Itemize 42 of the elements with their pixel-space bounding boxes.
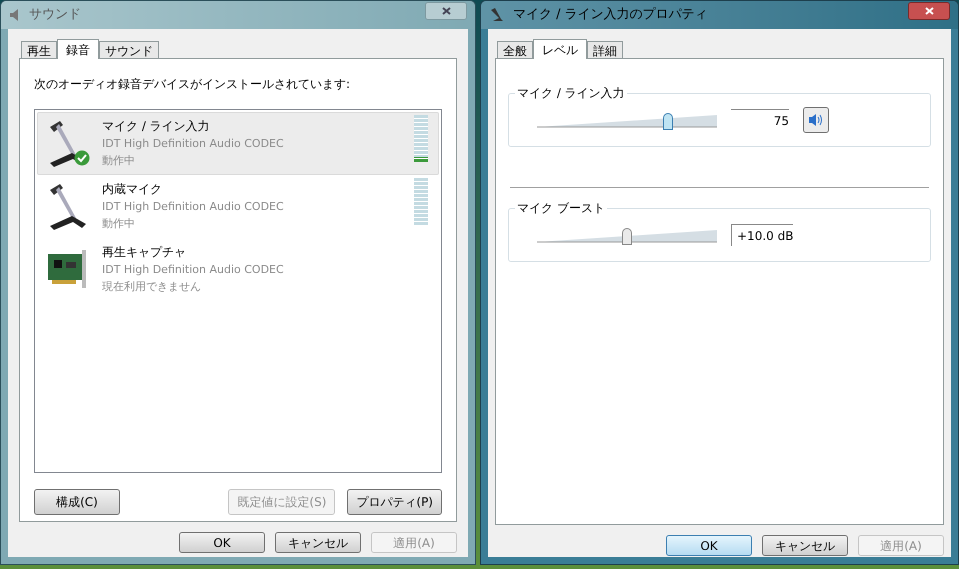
tab[interactable]: 再生 [21,41,57,58]
description-text: 次のオーディオ録音デバイスがインストールされています: [34,76,352,93]
device-driver: IDT High Definition Audio CODEC [102,136,285,152]
window-title: マイク / ライン入力のプロパティ [513,6,708,24]
device-row[interactable]: 内蔵マイク IDT High Definition Audio CODEC 動作中 [37,175,439,238]
device-row[interactable]: マイク / ライン入力 IDT High Definition Audio CODEC 動作中 [37,112,439,175]
slider-thumb[interactable] [662,113,673,130]
device-status: 動作中 [102,216,136,232]
microphone-icon [489,7,505,23]
tab[interactable]: サウンド [99,41,159,58]
device-driver: IDT High Definition Audio CODEC [102,199,285,215]
value-field[interactable]: +10.0 dB [731,224,793,246]
group-label: マイク / ライン入力 [515,85,627,101]
dialog-button[interactable]: キャンセル [275,532,361,553]
device-status: 動作中 [102,153,136,169]
dialog-button[interactable]: キャンセル [762,535,848,556]
tab[interactable]: 録音 [57,39,99,59]
close-icon [924,7,934,15]
speaker-icon [9,8,21,22]
tab[interactable]: 詳細 [587,41,623,58]
speaker-icon [808,113,824,127]
dialog-button[interactable]: OK [666,535,752,556]
mute-button[interactable] [803,107,829,133]
device-name: マイク / ライン入力 [102,118,211,135]
dialog-button[interactable]: プロパティ(P) [347,489,442,515]
device-name: 内蔵マイク [102,181,163,198]
close-icon [442,7,450,15]
window-title: サウンド [29,6,81,24]
close-button[interactable] [908,2,950,20]
tab[interactable]: 全般 [497,41,533,58]
device-driver: IDT High Definition Audio CODEC [102,262,285,278]
close-button[interactable] [425,2,467,20]
tab[interactable]: レベル [533,39,587,59]
slider-thumb[interactable] [622,228,632,245]
value-field[interactable]: 75 [731,109,789,131]
device-status: 現在利用できません [102,279,202,295]
device-name: 再生キャプチャ [102,244,187,261]
level-meter [414,178,428,225]
device-row[interactable]: 再生キャプチャ IDT High Definition Audio CODEC 現在利用できません [37,238,439,301]
dialog-button[interactable]: 構成(C) [34,489,120,515]
dialog-button[interactable]: OK [179,532,265,553]
group-label: マイク ブースト [515,200,607,216]
